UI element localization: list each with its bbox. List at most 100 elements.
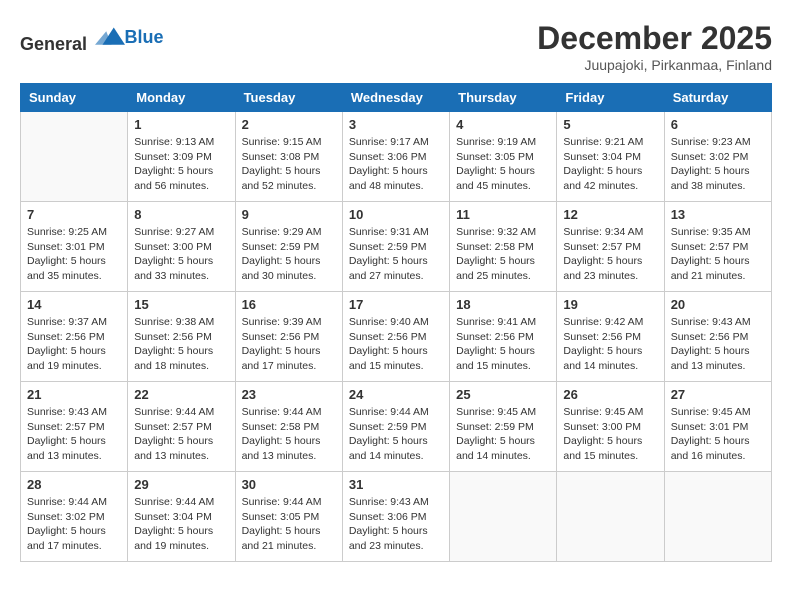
cell-date: 3 [349,117,443,132]
cell-date: 14 [27,297,121,312]
calendar-cell: 13 Sunrise: 9:35 AM Sunset: 2:57 PM Dayli… [664,202,771,292]
cell-info: Sunrise: 9:40 AM Sunset: 2:56 PM Dayligh… [349,315,443,374]
cell-info: Sunrise: 9:44 AM Sunset: 2:57 PM Dayligh… [134,405,228,464]
calendar-cell: 21 Sunrise: 9:43 AM Sunset: 2:57 PM Dayli… [21,382,128,472]
calendar-cell: 30 Sunrise: 9:44 AM Sunset: 3:05 PM Dayli… [235,472,342,562]
calendar-cell: 26 Sunrise: 9:45 AM Sunset: 3:00 PM Dayli… [557,382,664,472]
calendar-cell: 16Sunrise: 9:39 AM Sunset: 2:56 PM Dayli… [235,292,342,382]
cell-date: 27 [671,387,765,402]
calendar-title: December 2025 [537,20,772,57]
cell-info: Sunrise: 9:43 AM Sunset: 3:06 PM Dayligh… [349,495,443,554]
week-row-4: 28 Sunrise: 9:44 AM Sunset: 3:02 PM Dayli… [21,472,772,562]
calendar-cell: 20 Sunrise: 9:43 AM Sunset: 2:56 PM Dayli… [664,292,771,382]
cell-date: 29 [134,477,228,492]
logo-text-blue: Blue [125,27,164,47]
cell-date: 13 [671,207,765,222]
calendar-subtitle: Juupajoki, Pirkanmaa, Finland [537,57,772,73]
calendar-cell: 28 Sunrise: 9:44 AM Sunset: 3:02 PM Dayli… [21,472,128,562]
cell-info: Sunrise: 9:44 AM Sunset: 2:59 PM Dayligh… [349,405,443,464]
cell-date: 28 [27,477,121,492]
day-header-sunday: Sunday [21,84,128,112]
calendar-cell: 15Sunrise: 9:38 AM Sunset: 2:56 PM Dayli… [128,292,235,382]
calendar-cell: 19Sunrise: 9:42 AM Sunset: 2:56 PM Dayli… [557,292,664,382]
calendar-cell: 10 Sunrise: 9:31 AM Sunset: 2:59 PM Dayli… [342,202,449,292]
cell-date: 4 [456,117,550,132]
cell-info: Sunrise: 9:45 AM Sunset: 2:59 PM Dayligh… [456,405,550,464]
week-row-3: 21 Sunrise: 9:43 AM Sunset: 2:57 PM Dayli… [21,382,772,472]
cell-info: Sunrise: 9:25 AM Sunset: 3:01 PM Dayligh… [27,225,121,284]
calendar-cell [664,472,771,562]
calendar-cell: 31Sunrise: 9:43 AM Sunset: 3:06 PM Dayli… [342,472,449,562]
calendar-cell: 6 Sunrise: 9:23 AM Sunset: 3:02 PM Daylig… [664,112,771,202]
cell-date: 11 [456,207,550,222]
cell-date: 6 [671,117,765,132]
header: General Blue December 2025 Juupajoki, Pi… [20,20,772,73]
cell-date: 18 [456,297,550,312]
day-header-monday: Monday [128,84,235,112]
calendar-cell: 12 Sunrise: 9:34 AM Sunset: 2:57 PM Dayli… [557,202,664,292]
cell-date: 12 [563,207,657,222]
calendar-table: SundayMondayTuesdayWednesdayThursdayFrid… [20,83,772,562]
cell-info: Sunrise: 9:45 AM Sunset: 3:00 PM Dayligh… [563,405,657,464]
cell-info: Sunrise: 9:43 AM Sunset: 2:56 PM Dayligh… [671,315,765,374]
cell-info: Sunrise: 9:31 AM Sunset: 2:59 PM Dayligh… [349,225,443,284]
cell-info: Sunrise: 9:29 AM Sunset: 2:59 PM Dayligh… [242,225,336,284]
cell-info: Sunrise: 9:35 AM Sunset: 2:57 PM Dayligh… [671,225,765,284]
cell-info: Sunrise: 9:15 AM Sunset: 3:08 PM Dayligh… [242,135,336,194]
cell-info: Sunrise: 9:27 AM Sunset: 3:00 PM Dayligh… [134,225,228,284]
calendar-cell [21,112,128,202]
calendar-cell: 9 Sunrise: 9:29 AM Sunset: 2:59 PM Daylig… [235,202,342,292]
day-header-wednesday: Wednesday [342,84,449,112]
cell-info: Sunrise: 9:44 AM Sunset: 3:05 PM Dayligh… [242,495,336,554]
calendar-cell: 17 Sunrise: 9:40 AM Sunset: 2:56 PM Dayli… [342,292,449,382]
cell-date: 22 [134,387,228,402]
cell-date: 8 [134,207,228,222]
cell-date: 16 [242,297,336,312]
day-header-saturday: Saturday [664,84,771,112]
calendar-cell: 7 Sunrise: 9:25 AM Sunset: 3:01 PM Daylig… [21,202,128,292]
cell-date: 5 [563,117,657,132]
calendar-cell: 18Sunrise: 9:41 AM Sunset: 2:56 PM Dayli… [450,292,557,382]
cell-date: 21 [27,387,121,402]
day-header-tuesday: Tuesday [235,84,342,112]
cell-date: 17 [349,297,443,312]
calendar-cell: 3Sunrise: 9:17 AM Sunset: 3:06 PM Daylig… [342,112,449,202]
cell-info: Sunrise: 9:34 AM Sunset: 2:57 PM Dayligh… [563,225,657,284]
calendar-cell: 1 Sunrise: 9:13 AM Sunset: 3:09 PM Daylig… [128,112,235,202]
calendar-cell: 11 Sunrise: 9:32 AM Sunset: 2:58 PM Dayli… [450,202,557,292]
cell-info: Sunrise: 9:38 AM Sunset: 2:56 PM Dayligh… [134,315,228,374]
cell-date: 24 [349,387,443,402]
cell-date: 7 [27,207,121,222]
calendar-cell: 8 Sunrise: 9:27 AM Sunset: 3:00 PM Daylig… [128,202,235,292]
cell-info: Sunrise: 9:44 AM Sunset: 3:02 PM Dayligh… [27,495,121,554]
cell-date: 30 [242,477,336,492]
day-header-thursday: Thursday [450,84,557,112]
cell-date: 10 [349,207,443,222]
day-header-friday: Friday [557,84,664,112]
cell-date: 23 [242,387,336,402]
calendar-cell: 2 Sunrise: 9:15 AM Sunset: 3:08 PM Daylig… [235,112,342,202]
calendar-cell: 29 Sunrise: 9:44 AM Sunset: 3:04 PM Dayli… [128,472,235,562]
title-area: December 2025 Juupajoki, Pirkanmaa, Finl… [537,20,772,73]
calendar-cell: 22 Sunrise: 9:44 AM Sunset: 2:57 PM Dayli… [128,382,235,472]
cell-info: Sunrise: 9:44 AM Sunset: 3:04 PM Dayligh… [134,495,228,554]
week-row-2: 14Sunrise: 9:37 AM Sunset: 2:56 PM Dayli… [21,292,772,382]
cell-info: Sunrise: 9:32 AM Sunset: 2:58 PM Dayligh… [456,225,550,284]
cell-info: Sunrise: 9:45 AM Sunset: 3:01 PM Dayligh… [671,405,765,464]
calendar-cell: 5Sunrise: 9:21 AM Sunset: 3:04 PM Daylig… [557,112,664,202]
calendar-cell: 25 Sunrise: 9:45 AM Sunset: 2:59 PM Dayli… [450,382,557,472]
cell-date: 25 [456,387,550,402]
cell-date: 1 [134,117,228,132]
cell-info: Sunrise: 9:23 AM Sunset: 3:02 PM Dayligh… [671,135,765,194]
cell-date: 9 [242,207,336,222]
week-row-1: 7 Sunrise: 9:25 AM Sunset: 3:01 PM Daylig… [21,202,772,292]
cell-date: 26 [563,387,657,402]
logo-icon [95,20,125,50]
cell-info: Sunrise: 9:42 AM Sunset: 2:56 PM Dayligh… [563,315,657,374]
calendar-cell: 27 Sunrise: 9:45 AM Sunset: 3:01 PM Dayli… [664,382,771,472]
cell-date: 20 [671,297,765,312]
calendar-cell [450,472,557,562]
cell-info: Sunrise: 9:43 AM Sunset: 2:57 PM Dayligh… [27,405,121,464]
cell-date: 2 [242,117,336,132]
cell-info: Sunrise: 9:13 AM Sunset: 3:09 PM Dayligh… [134,135,228,194]
